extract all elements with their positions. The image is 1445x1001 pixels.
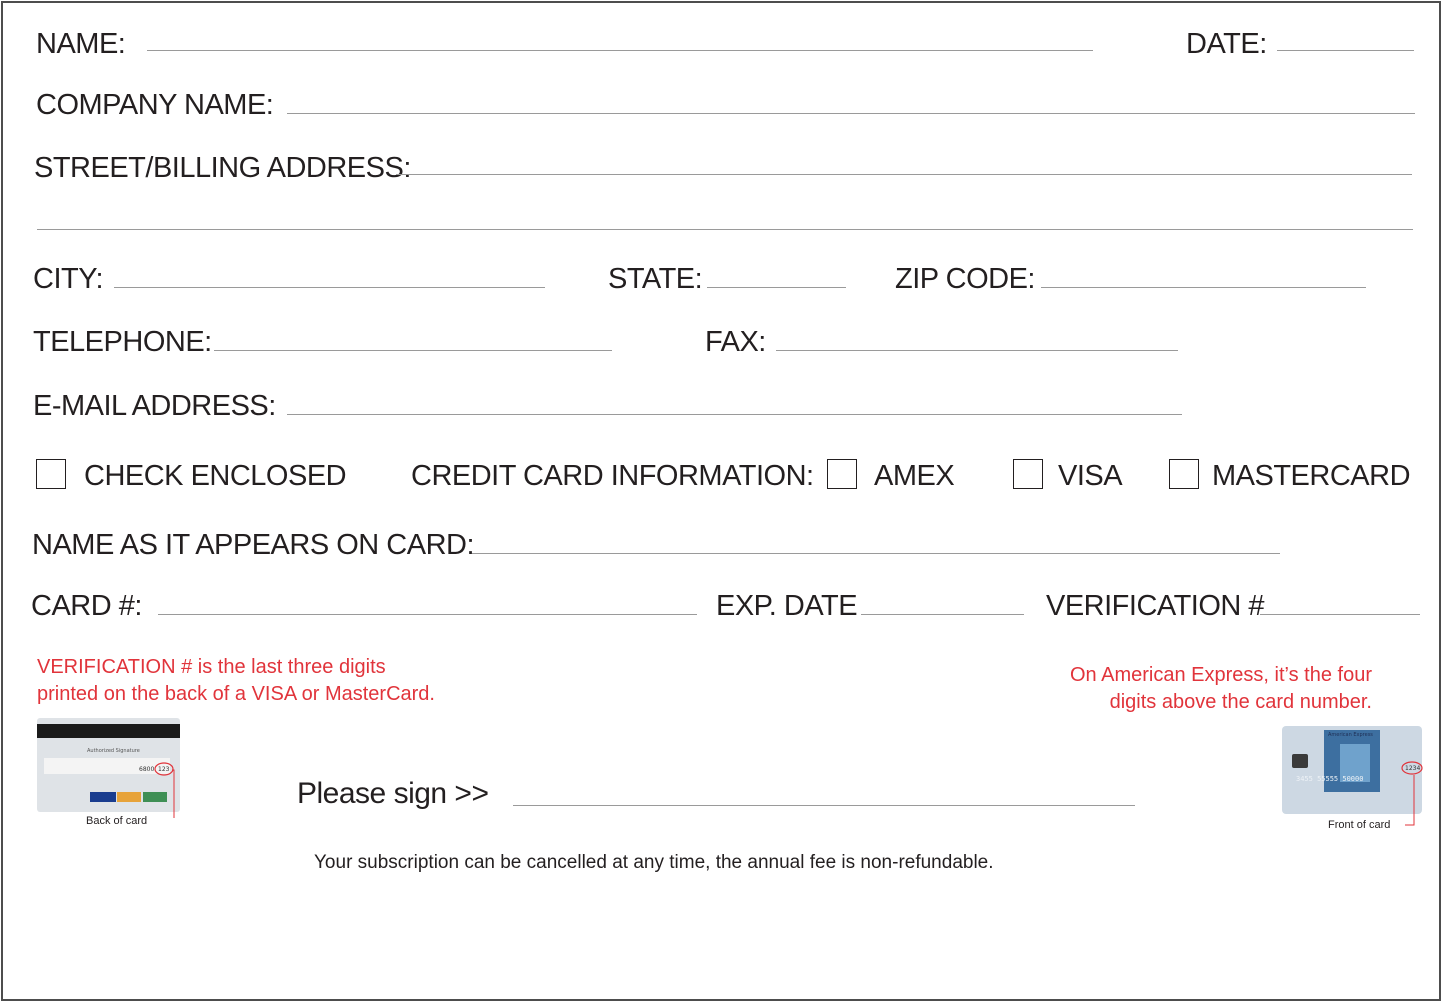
front-of-card-image: American Express 3455 55555 50000 1234 (1282, 726, 1423, 826)
telephone-label: TELEPHONE: (33, 326, 212, 358)
telephone-field[interactable] (214, 350, 612, 351)
name-on-card-label: NAME AS IT APPEARS ON CARD: (32, 529, 475, 561)
signature-field[interactable] (513, 805, 1135, 806)
back-of-card-image: Authorized Signature 6800 123 (37, 718, 180, 818)
card-number-label: CARD #: (31, 590, 142, 622)
city-field[interactable] (114, 287, 545, 288)
company-name-label: COMPANY NAME: (36, 89, 274, 121)
date-label: DATE: (1186, 28, 1267, 60)
please-sign-label: Please sign >> (297, 777, 489, 810)
footer-note: Your subscription can be cancelled at an… (314, 852, 994, 873)
front-of-card-caption: Front of card (1328, 819, 1391, 831)
exp-date-field[interactable] (861, 614, 1024, 615)
state-field[interactable] (707, 287, 846, 288)
amex-note: On American Express, it’s the four digit… (1070, 664, 1372, 713)
city-label: CITY: (33, 263, 104, 295)
svg-text:3455 55555 50000: 3455 55555 50000 (1296, 775, 1363, 783)
amex-label: AMEX (874, 460, 955, 492)
mastercard-checkbox[interactable] (1169, 459, 1199, 489)
address-label: STREET/BILLING ADDRESS: (34, 152, 411, 184)
form-border (1, 1, 1441, 1001)
state-label: STATE: (608, 263, 703, 295)
zip-code-field[interactable] (1041, 287, 1366, 288)
zip-code-label: ZIP CODE: (895, 263, 1036, 295)
svg-text:American Express: American Express (1328, 732, 1373, 738)
company-name-field[interactable] (287, 113, 1415, 114)
date-field[interactable] (1277, 50, 1414, 51)
check-enclosed-label: CHECK ENCLOSED (84, 460, 347, 492)
email-label: E-MAIL ADDRESS: (33, 390, 276, 422)
verification-note: VERIFICATION # is the last three digits … (37, 656, 435, 705)
svg-text:123: 123 (158, 766, 170, 773)
visa-label: VISA (1058, 460, 1123, 492)
address-field-line-2[interactable] (37, 229, 1413, 230)
verification-label: VERIFICATION # (1046, 590, 1265, 622)
back-of-card-caption: Back of card (86, 815, 148, 827)
svg-text:1234: 1234 (1405, 765, 1420, 772)
exp-date-label: EXP. DATE (716, 590, 858, 622)
fax-label: FAX: (705, 326, 766, 358)
mastercard-label: MASTERCARD (1212, 460, 1411, 492)
credit-card-info-label: CREDIT CARD INFORMATION: (411, 460, 814, 492)
visa-checkbox[interactable] (1013, 459, 1043, 489)
fax-field[interactable] (776, 350, 1178, 351)
address-field[interactable] (396, 174, 1412, 175)
name-label: NAME: (36, 28, 126, 60)
name-on-card-field[interactable] (472, 553, 1280, 554)
svg-text:6800: 6800 (139, 766, 154, 773)
svg-text:Authorized Signature: Authorized Signature (87, 748, 140, 754)
amex-checkbox[interactable] (827, 459, 857, 489)
name-field[interactable] (147, 50, 1093, 51)
card-number-field[interactable] (158, 614, 697, 615)
check-enclosed-checkbox[interactable] (36, 459, 66, 489)
email-field[interactable] (287, 414, 1182, 415)
verification-field[interactable] (1260, 614, 1420, 615)
